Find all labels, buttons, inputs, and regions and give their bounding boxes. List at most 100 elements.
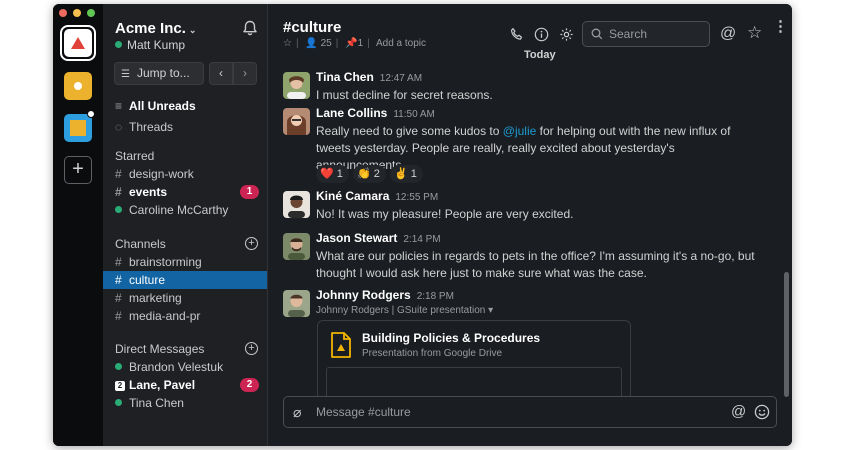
sidebar-item-all-unreads[interactable]: ≡ All Unreads: [103, 97, 267, 115]
message-timestamp[interactable]: 2:14 PM: [403, 234, 440, 245]
user-name: Matt Kump: [127, 38, 186, 52]
workspace-blue-icon[interactable]: [64, 114, 92, 142]
message-timestamp[interactable]: 2:18 PM: [417, 291, 454, 302]
members-icon[interactable]: 👤: [305, 38, 317, 49]
lane-pavel-unread-badge: 2: [240, 378, 259, 392]
direct-messages-heading[interactable]: Direct Messages: [115, 342, 204, 356]
caret-down-icon[interactable]: ▾: [488, 305, 493, 316]
avatar[interactable]: [283, 108, 310, 135]
sidebar-item-label: Tina Chen: [129, 396, 184, 410]
threads-icon: ◌: [115, 120, 123, 134]
message-timestamp[interactable]: 12:47 AM: [380, 73, 422, 84]
jump-to-button[interactable]: ☰ Jump to...: [114, 62, 204, 85]
history-forward-button[interactable]: ›: [233, 62, 257, 85]
clap-emoji-icon: 👏: [357, 168, 371, 180]
close-window-button[interactable]: [59, 9, 67, 17]
attachment-subtitle: Presentation from Google Drive: [362, 348, 503, 359]
sidebar-item-brainstorming[interactable]: # brainstorming: [103, 253, 267, 271]
attachment-title[interactable]: Building Policies & Procedures: [362, 331, 540, 345]
history-back-button[interactable]: ‹: [209, 62, 233, 85]
sidebar-item-culture[interactable]: # culture: [103, 271, 267, 289]
message-author[interactable]: Johnny Rodgers 2:18 PM: [316, 288, 454, 302]
message-input[interactable]: Message #culture: [316, 397, 411, 427]
message-author[interactable]: Kiné Camara 12:55 PM: [316, 189, 438, 203]
team-name: Acme Inc.: [115, 20, 186, 37]
author-name[interactable]: Jason Stewart: [316, 231, 397, 245]
message-scrollbar[interactable]: [784, 272, 789, 397]
sidebar-item-label: Threads: [129, 120, 174, 134]
add-dm-button[interactable]: +: [245, 342, 258, 355]
sidebar-item-brandon-velestuk[interactable]: Brandon Velestuk: [103, 358, 267, 376]
add-topic-link[interactable]: Add a topic: [376, 38, 426, 49]
sidebar-item-label: media-and-pr: [129, 309, 201, 323]
message-timestamp[interactable]: 12:55 PM: [395, 192, 438, 203]
pin-count[interactable]: 1: [358, 38, 364, 49]
search-input[interactable]: Search: [582, 21, 710, 47]
message-timestamp[interactable]: 11:50 AM: [393, 109, 435, 120]
pin-icon[interactable]: 📌: [345, 38, 357, 49]
message-composer[interactable]: ⌀ Message #culture @: [283, 396, 777, 428]
reaction-count: 2: [373, 168, 380, 180]
phone-icon[interactable]: [509, 27, 524, 42]
add-channel-button[interactable]: +: [245, 237, 258, 250]
attachment-source-text: Johnny Rodgers | GSuite presentation: [316, 305, 486, 316]
file-attachment-card[interactable]: Building Policies & Procedures Presentat…: [317, 320, 631, 407]
info-icon[interactable]: [534, 27, 549, 42]
channels-heading[interactable]: Channels: [115, 237, 166, 251]
sidebar-item-media-and-pr[interactable]: # media-and-pr: [103, 307, 267, 325]
workspace-acme-icon[interactable]: [64, 29, 92, 57]
author-name[interactable]: Lane Collins: [316, 106, 387, 120]
sidebar-item-label: events: [129, 185, 168, 199]
reaction-button[interactable]: ✌️ 1: [390, 165, 423, 183]
avatar[interactable]: [283, 191, 310, 218]
author-name[interactable]: Johnny Rodgers: [316, 288, 411, 302]
reaction-button[interactable]: ❤️ 1: [316, 165, 349, 183]
sidebar-item-threads[interactable]: ◌ Threads: [103, 118, 267, 136]
sidebar-item-label: Lane, Pavel: [129, 378, 196, 392]
message-author[interactable]: Jason Stewart 2:14 PM: [316, 231, 441, 245]
workspace-yellow-icon[interactable]: [64, 72, 92, 100]
sidebar-item-marketing[interactable]: # marketing: [103, 289, 267, 307]
user-mention[interactable]: @julie: [503, 124, 537, 138]
sidebar-item-caroline-mccarthy[interactable]: Caroline McCarthy: [103, 201, 267, 219]
team-name-button[interactable]: Acme Inc. ⌄: [115, 20, 196, 37]
hash-icon: #: [115, 273, 122, 287]
more-icon[interactable]: ⋮: [773, 19, 788, 34]
avatar[interactable]: [283, 72, 310, 99]
author-name[interactable]: Tina Chen: [316, 70, 374, 84]
channel-title[interactable]: #culture: [283, 19, 341, 36]
at-mention-icon[interactable]: @: [731, 403, 746, 420]
zoom-window-button[interactable]: [87, 9, 95, 17]
message-author[interactable]: Tina Chen 12:47 AM: [316, 70, 422, 84]
victory-emoji-icon: ✌️: [394, 168, 408, 180]
group-dm-count: 2: [115, 381, 125, 391]
hash-icon: #: [115, 185, 122, 199]
current-user: Matt Kump: [115, 38, 185, 52]
add-workspace-button[interactable]: +: [64, 156, 92, 184]
reaction-button[interactable]: 👏 2: [353, 165, 386, 183]
minimize-window-button[interactable]: [73, 9, 81, 17]
at-icon[interactable]: @: [720, 25, 736, 43]
channel-view: #culture ☆ | 👤 25 | 📌1 | Add a topic Search…: [268, 4, 792, 446]
reaction-count: 1: [410, 168, 417, 180]
paperclip-icon[interactable]: ⌀: [293, 404, 301, 421]
message-author[interactable]: Lane Collins 11:50 AM: [316, 106, 435, 120]
avatar[interactable]: [283, 290, 310, 317]
sidebar-item-label: marketing: [129, 291, 182, 305]
unreads-icon: ≡: [115, 99, 123, 113]
workspace-rail: +: [53, 4, 103, 446]
author-name[interactable]: Kiné Camara: [316, 189, 389, 203]
star-channel-icon[interactable]: ☆: [283, 38, 292, 49]
chevron-down-icon: ⌄: [188, 25, 197, 35]
star-icon[interactable]: ☆: [747, 23, 762, 43]
avatar[interactable]: [283, 233, 310, 260]
bell-icon[interactable]: [241, 19, 259, 37]
sidebar-item-design-work[interactable]: # design-work: [103, 165, 267, 183]
search-icon: [591, 28, 603, 40]
sidebar-item-tina-chen[interactable]: Tina Chen: [103, 394, 267, 412]
sidebar-item-label: brainstorming: [129, 255, 202, 269]
member-count[interactable]: 25: [321, 38, 332, 49]
starred-heading[interactable]: Starred: [115, 149, 154, 163]
emoji-icon[interactable]: [754, 404, 770, 420]
gear-icon[interactable]: [559, 27, 574, 42]
